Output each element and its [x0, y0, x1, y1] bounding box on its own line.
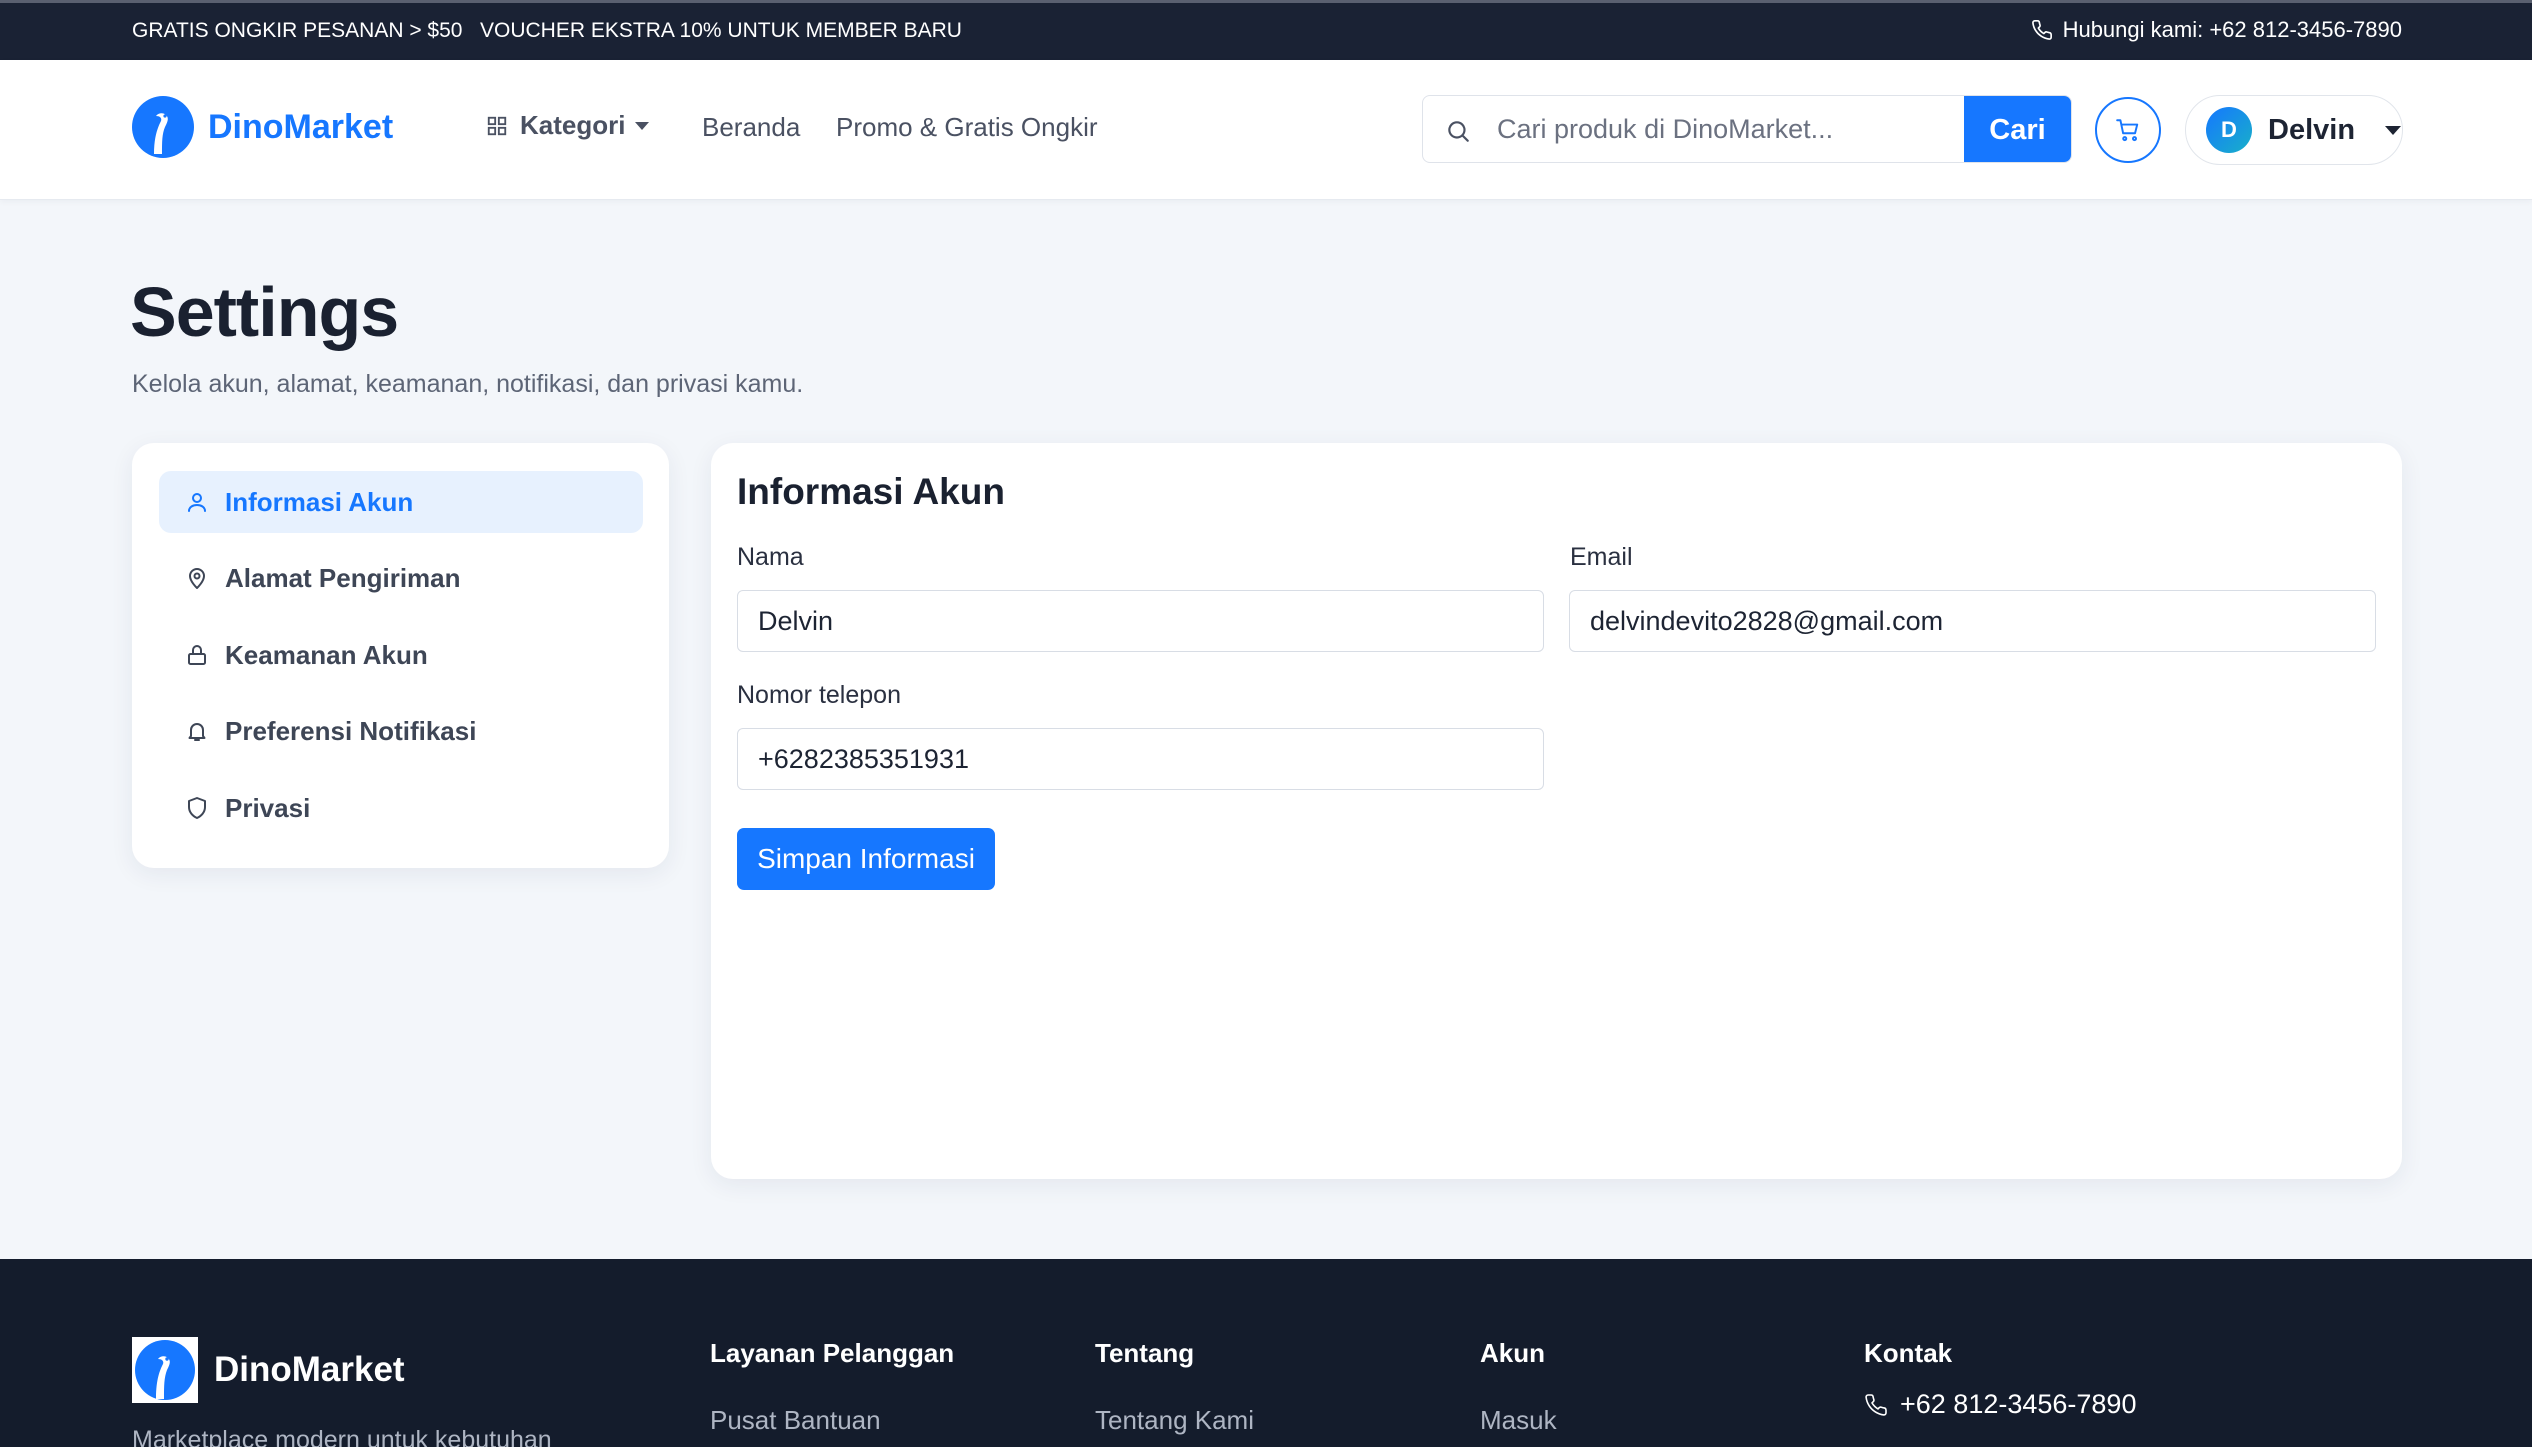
category-menu[interactable]: Kategori: [486, 110, 650, 141]
sidebar-item-privacy[interactable]: Privasi: [159, 777, 643, 839]
save-info-button[interactable]: Simpan Informasi: [737, 828, 995, 890]
site-footer: DinoMarket Marketplace modern untuk kebu…: [0, 1259, 2532, 1447]
sidebar-item-label: Keamanan Akun: [225, 639, 428, 670]
footer-column-title: Layanan Pelanggan: [710, 1338, 955, 1368]
search-input[interactable]: [1485, 96, 1965, 162]
footer-link-login[interactable]: Masuk: [1480, 1405, 1557, 1436]
footer-column-title: Tentang: [1095, 1338, 1195, 1368]
footer-phone-text: +62 812-3456-7890: [1900, 1389, 2137, 1419]
email-field[interactable]: [1569, 590, 2376, 652]
sidebar-item-notification-preferences[interactable]: Preferensi Notifikasi: [159, 700, 643, 762]
cart-icon: [2116, 119, 2139, 142]
sidebar-item-label: Privasi: [225, 792, 311, 823]
name-field[interactable]: [737, 590, 1544, 652]
bell-icon: [188, 723, 206, 741]
contact-info[interactable]: Hubungi kami: +62 812-3456-7890: [2031, 17, 2402, 43]
email-label: Email: [1570, 543, 1633, 571]
footer-tagline: Marketplace modern untuk kebutuhan: [132, 1426, 552, 1447]
panel-title: Informasi Akun: [737, 471, 1005, 512]
phone-field[interactable]: [737, 728, 1544, 790]
user-icon: [188, 493, 206, 512]
dino-logo-icon: [132, 1337, 198, 1403]
promo-voucher-text: VOUCHER EKSTRA 10% UNTUK MEMBER BARU: [480, 19, 962, 42]
user-name: Delvin: [2268, 113, 2356, 146]
chevron-down-icon: [2385, 125, 2402, 135]
chevron-down-icon: [635, 121, 650, 130]
site-header: DinoMarket Kategori Beranda Promo & Grat…: [0, 60, 2532, 200]
map-pin-icon: [189, 568, 205, 589]
sidebar-item-label: Alamat Pengiriman: [225, 562, 461, 593]
sidebar-item-account-security[interactable]: Keamanan Akun: [159, 624, 643, 686]
account-info-panel: Informasi Akun Nama Email Nomor telepon …: [711, 443, 2402, 1179]
promo-shipping-text: GRATIS ONGKIR PESANAN > $50: [132, 19, 463, 42]
footer-brand-logo[interactable]: DinoMarket: [132, 1337, 405, 1403]
page-subtitle: Kelola akun, alamat, keamanan, notifikas…: [132, 370, 804, 398]
footer-column-title: Akun: [1480, 1338, 1545, 1368]
footer-link-help-center[interactable]: Pusat Bantuan: [710, 1405, 881, 1436]
cart-button[interactable]: [2095, 97, 2161, 163]
sidebar-item-label: Preferensi Notifikasi: [225, 715, 477, 746]
footer-brand-name: DinoMarket: [214, 1350, 405, 1389]
sidebar-item-shipping-address[interactable]: Alamat Pengiriman: [159, 547, 643, 609]
category-label: Kategori: [520, 110, 626, 140]
search-bar: Cari: [1422, 95, 2072, 163]
name-label: Nama: [737, 543, 804, 571]
brand-logo[interactable]: DinoMarket: [132, 96, 393, 158]
announcement-bar: GRATIS ONGKIR PESANAN > $50 VOUCHER EKST…: [0, 0, 2532, 60]
dino-logo-icon: [132, 96, 194, 158]
avatar: D: [2206, 107, 2252, 153]
brand-name: DinoMarket: [208, 107, 394, 146]
settings-sidebar: Informasi Akun Alamat Pengiriman Keamana…: [132, 443, 669, 868]
user-menu-button[interactable]: D Delvin: [2185, 95, 2403, 165]
phone-icon: [1865, 1393, 1887, 1416]
lock-icon: [188, 645, 206, 665]
page-title: Settings: [130, 273, 399, 351]
sidebar-item-account-info[interactable]: Informasi Akun: [159, 471, 643, 533]
phone-label: Nomor telepon: [737, 681, 901, 709]
contact-text: Hubungi kami: +62 812-3456-7890: [2062, 17, 2402, 42]
sidebar-item-label: Informasi Akun: [225, 486, 414, 517]
search-icon: [1448, 121, 1469, 142]
nav-promo-link[interactable]: Promo & Gratis Ongkir: [836, 112, 1098, 143]
footer-link-about-us[interactable]: Tentang Kami: [1095, 1405, 1254, 1436]
footer-phone[interactable]: +62 812-3456-7890: [1864, 1389, 2136, 1420]
grid-icon: [487, 116, 507, 135]
phone-icon: [2031, 20, 2052, 40]
search-button[interactable]: Cari: [1964, 96, 2071, 162]
shield-icon: [188, 797, 206, 819]
footer-column-title: Kontak: [1864, 1338, 1953, 1368]
nav-home-link[interactable]: Beranda: [702, 112, 800, 143]
